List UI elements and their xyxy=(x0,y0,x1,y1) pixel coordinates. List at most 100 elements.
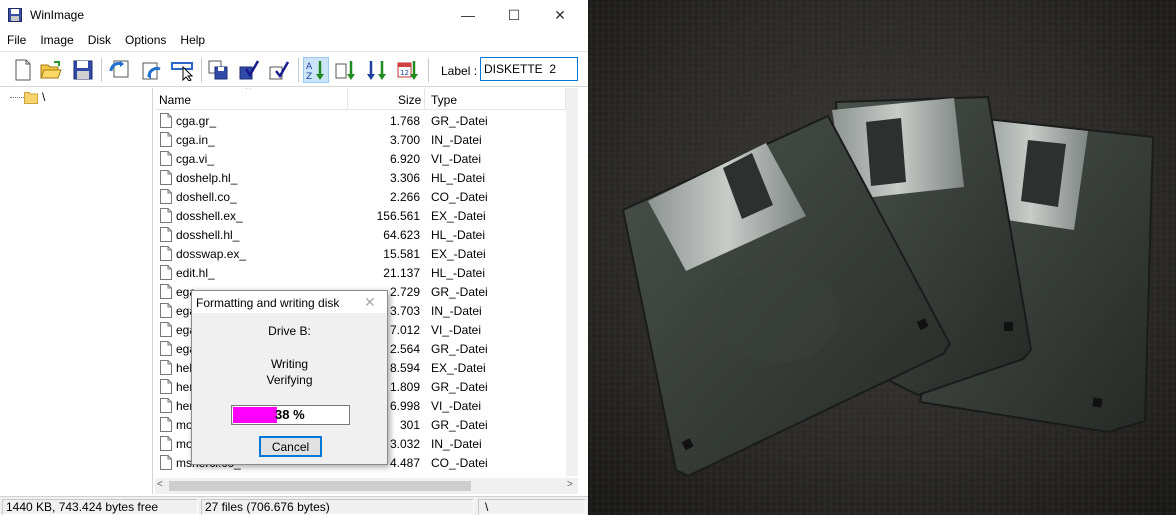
column-header-size[interactable]: Size xyxy=(398,93,421,107)
file-icon xyxy=(160,227,172,242)
file-icon xyxy=(160,246,172,261)
scroll-left-icon[interactable]: < xyxy=(157,479,163,490)
file-type: EX_-Datei xyxy=(431,209,486,223)
close-icon: ✕ xyxy=(554,6,566,23)
list-item[interactable]: edit.hl_21.137HL_-Datei0 xyxy=(155,263,578,282)
floppy-disks-photo xyxy=(588,0,1176,515)
sort-type-button[interactable] xyxy=(333,57,359,83)
menu-file[interactable]: File xyxy=(0,30,33,50)
menu-bar: File Image Disk Options Help xyxy=(0,30,588,50)
file-icon xyxy=(160,417,172,432)
list-item[interactable]: doshell.co_2.266CO_-Datei0 xyxy=(155,187,578,206)
minimize-button[interactable]: — xyxy=(445,0,491,30)
file-type: GR_-Datei xyxy=(431,380,488,394)
menu-help[interactable]: Help xyxy=(173,30,212,50)
status-free-space: 1440 KB, 743.424 bytes free xyxy=(2,499,198,515)
close-button[interactable]: ✕ xyxy=(537,0,583,30)
open-icon xyxy=(40,61,62,79)
horizontal-scrollbar[interactable]: < > xyxy=(155,478,578,494)
file-name: doshell.co_ xyxy=(176,190,237,204)
list-item[interactable]: doshelp.hl_3.306HL_-Datei0 xyxy=(155,168,578,187)
file-type: HL_-Datei xyxy=(431,266,486,280)
file-type: CO_-Datei xyxy=(431,456,488,470)
status-verifying: Verifying xyxy=(266,373,313,387)
save-button[interactable] xyxy=(70,57,96,83)
sort-name-icon: AZ xyxy=(306,61,324,81)
menu-disk[interactable]: Disk xyxy=(81,30,118,50)
column-header-type[interactable]: Type xyxy=(431,93,457,107)
file-type: GR_-Datei xyxy=(431,114,488,128)
file-type: HL_-Datei xyxy=(431,228,486,242)
file-icon xyxy=(160,398,172,413)
check-icon xyxy=(239,60,260,80)
check-folder-button[interactable] xyxy=(266,57,292,83)
folder-tree: \ xyxy=(0,88,153,494)
dialog-title: Formatting and writing disk xyxy=(196,296,340,310)
file-icon xyxy=(160,360,172,375)
file-name: cga.vi_ xyxy=(176,152,215,166)
file-name: cga.gr_ xyxy=(176,114,217,128)
file-name: doshelp.hl_ xyxy=(176,171,238,185)
inject-button[interactable] xyxy=(139,57,165,83)
properties-button[interactable] xyxy=(205,57,231,83)
disk-label-input[interactable] xyxy=(480,57,578,81)
check-button[interactable] xyxy=(236,57,262,83)
maximize-icon: ☐ xyxy=(507,6,521,23)
list-item[interactable]: cga.in_3.700IN_-Datei0 xyxy=(155,130,578,149)
status-file-count: 27 files (706.676 bytes) xyxy=(201,499,474,515)
list-item[interactable]: dosswap.ex_15.581EX_-Datei0 xyxy=(155,244,578,263)
list-item[interactable]: dosshell.ex_156.561EX_-Datei0 xyxy=(155,206,578,225)
scroll-thumb[interactable] xyxy=(169,481,471,491)
sort-date-button[interactable]: 12 xyxy=(395,57,421,83)
column-header-name[interactable]: Name xyxy=(159,93,191,107)
check-folder-icon xyxy=(269,61,290,80)
svg-text:Z: Z xyxy=(306,72,312,81)
progress-fill xyxy=(233,407,277,423)
sort-name-button[interactable]: AZ xyxy=(303,57,329,83)
dialog-close-icon[interactable]: ✕ xyxy=(364,294,376,311)
sort-size-button[interactable] xyxy=(364,57,390,83)
list-item[interactable]: dosshell.hl_64.623HL_-Datei0 xyxy=(155,225,578,244)
tree-item-label: \ xyxy=(42,90,46,104)
list-item[interactable]: cga.vi_6.920VI_-Datei0 xyxy=(155,149,578,168)
inject-icon xyxy=(142,62,161,80)
file-icon xyxy=(160,208,172,223)
open-button[interactable] xyxy=(38,57,64,83)
menu-options[interactable]: Options xyxy=(118,30,173,50)
list-item[interactable]: cga.gr_1.768GR_-Datei0 xyxy=(155,111,578,130)
file-type: CO_-Datei xyxy=(431,190,488,204)
file-type: EX_-Datei xyxy=(431,361,486,375)
menu-image[interactable]: Image xyxy=(33,30,80,50)
winimage-window: WinImage — ☐ ✕ File Image Disk Options H… xyxy=(0,0,588,515)
save-icon xyxy=(73,60,93,80)
scroll-right-icon[interactable]: > xyxy=(567,479,573,490)
file-icon xyxy=(160,170,172,185)
file-icon xyxy=(160,151,172,166)
maximize-button[interactable]: ☐ xyxy=(491,0,537,30)
file-name: cga.in_ xyxy=(176,133,215,147)
select-button[interactable] xyxy=(170,57,196,83)
list-header: ^ Name Size Type M xyxy=(155,88,578,110)
file-icon xyxy=(160,265,172,280)
file-name: edit.hl_ xyxy=(176,266,215,280)
extract-button[interactable] xyxy=(106,57,132,83)
file-icon xyxy=(160,322,172,337)
file-size: 1.768 xyxy=(389,114,420,128)
vertical-scrollbar[interactable] xyxy=(566,88,578,476)
file-type: IN_-Datei xyxy=(431,437,482,451)
cancel-button[interactable]: Cancel xyxy=(259,436,322,457)
file-size: 3.700 xyxy=(389,133,420,147)
file-icon xyxy=(160,436,172,451)
sort-ascending-icon: ^ xyxy=(246,88,251,95)
file-type: IN_-Datei xyxy=(431,133,482,147)
file-name: dosswap.ex_ xyxy=(176,247,247,261)
drive-label: Drive B: xyxy=(268,324,311,338)
sort-size-icon xyxy=(367,61,386,80)
file-type: GR_-Datei xyxy=(431,342,488,356)
properties-icon xyxy=(208,60,228,80)
file-size: 3.306 xyxy=(389,171,420,185)
progress-dialog: Formatting and writing disk ✕ Drive B: W… xyxy=(191,290,388,465)
new-button[interactable] xyxy=(10,57,36,83)
progress-text: 38 % xyxy=(275,407,305,422)
select-icon xyxy=(171,62,194,81)
